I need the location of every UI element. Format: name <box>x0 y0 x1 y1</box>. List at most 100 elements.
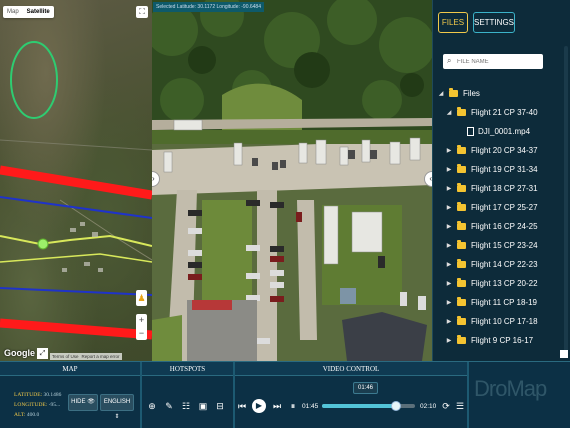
file-search: ⌕ <box>443 54 543 69</box>
search-icon: ⌕ <box>447 56 452 65</box>
pegman-icon[interactable]: ♟ <box>136 290 147 306</box>
caret-right-icon: ▶ <box>446 224 452 230</box>
folder-icon <box>457 183 466 192</box>
hide-button[interactable]: HIDE 👁 <box>68 394 98 411</box>
caret-right-icon: ▶ <box>446 300 452 306</box>
selected-coordinates: Selected Latitude: 30.1172 Longitude: -9… <box>153 2 264 12</box>
tree-item-flight-16[interactable]: ▶ Flight 16 CP 24-25 <box>433 217 570 236</box>
video-file-icon <box>467 127 474 136</box>
edit-icon[interactable]: ✎ <box>163 400 175 412</box>
caret-down-icon: ◢ <box>438 91 444 97</box>
app-root: Map Satellite ⛶ ♟ + − Google ⤢ Terms of … <box>0 0 570 428</box>
tree-item-label: Flight 20 CP 34-37 <box>471 146 538 155</box>
map-type-tabs: Map Satellite <box>3 6 54 18</box>
zoom-in-button[interactable]: + <box>136 314 147 327</box>
tree-root-label: Files <box>463 89 480 98</box>
language-select[interactable]: ENGLISH ⇕ <box>100 394 134 420</box>
video-section-title: VIDEO CONTROL <box>235 362 467 376</box>
boundary-line-blue <box>0 196 152 219</box>
zoom-out-button[interactable]: − <box>136 327 147 340</box>
tree-item-flight-11[interactable]: ▶ Flight 11 CP 18-19 <box>433 293 570 312</box>
files-tab[interactable]: FILES <box>438 12 468 33</box>
settings-tab[interactable]: SETTINGS <box>473 12 515 33</box>
report-error-link[interactable]: Report a map error <box>82 354 120 359</box>
control-bar: MAP LATITUDE: 30.1486 LONGITUDE: -95... … <box>0 361 570 428</box>
caret-right-icon: ▶ <box>446 281 452 287</box>
caret-right-icon: ▶ <box>446 148 452 154</box>
play-icon[interactable]: ▶ <box>252 399 266 413</box>
altitude-readout: ALT: 400.0 <box>14 412 40 418</box>
map-pane[interactable]: Map Satellite ⛶ ♟ + − Google ⤢ Terms of … <box>0 0 152 361</box>
tree-item-label: Flight 15 CP 23-24 <box>471 241 538 250</box>
caret-right-icon: ▶ <box>446 338 452 344</box>
pause-icon[interactable]: ⏸ <box>287 400 299 412</box>
tree-item-flight-10[interactable]: ▶ Flight 10 CP 17-18 <box>433 312 570 331</box>
tree-item-flight-21[interactable]: ◢ Flight 21 CP 37-40 <box>433 103 570 122</box>
scrubber-knob[interactable] <box>391 401 402 411</box>
folder-icon <box>457 297 466 306</box>
video-pane[interactable]: Selected Latitude: 30.1172 Longitude: -9… <box>152 0 432 361</box>
list-icon[interactable]: ☰ <box>454 400 466 412</box>
file-scrollbar[interactable] <box>564 46 568 354</box>
tree-item-label: Flight 19 CP 31-34 <box>471 165 538 174</box>
tree-item-flight-13[interactable]: ▶ Flight 13 CP 20-22 <box>433 274 570 293</box>
tree-item-flight-17[interactable]: ▶ Flight 17 CP 25-27 <box>433 198 570 217</box>
tree-item-label: Flight 16 CP 24-25 <box>471 222 538 231</box>
skip-back-icon[interactable]: ⏮ <box>236 400 248 412</box>
folder-icon <box>457 259 466 268</box>
folder-icon <box>457 107 466 116</box>
caret-right-icon: ▶ <box>446 319 452 325</box>
tree-item-flight-18[interactable]: ▶ Flight 18 CP 27-31 <box>433 179 570 198</box>
replay-icon[interactable]: ⟳ <box>440 400 452 412</box>
add-hotspot-icon[interactable]: ⊕ <box>146 400 158 412</box>
caret-right-icon: ▶ <box>446 243 452 249</box>
eye-icon: 👁 <box>87 399 95 405</box>
google-logo: Google <box>4 348 35 358</box>
folder-icon <box>457 202 466 211</box>
video-scrubber[interactable] <box>322 401 415 411</box>
skip-forward-icon[interactable]: ⏭ <box>271 400 283 412</box>
tree-item-flight-19[interactable]: ▶ Flight 19 CP 31-34 <box>433 160 570 179</box>
delete-icon[interactable]: ⊟ <box>214 400 226 412</box>
scrubber-progress <box>322 404 397 408</box>
save-icon[interactable]: ▣ <box>197 400 209 412</box>
tree-item-label: Flight 14 CP 22-23 <box>471 260 538 269</box>
expand-icon[interactable]: ⤢ <box>37 348 48 359</box>
clipboard-icon[interactable]: ☷ <box>180 400 192 412</box>
map-overlay <box>0 41 152 340</box>
flight-path-red <box>0 165 152 200</box>
brand-logo: DroMap <box>474 376 547 401</box>
folder-icon <box>457 335 466 344</box>
tree-item-label: DJI_0001.mp4 <box>478 127 531 136</box>
chevron-updown-icon: ⇕ <box>114 414 120 420</box>
terms-link[interactable]: Terms of Use <box>52 354 79 359</box>
time-tooltip: 01:46 <box>353 382 379 394</box>
scrollbar-thumb[interactable] <box>560 350 568 358</box>
tree-item-label: Flight 9 CP 16-17 <box>471 336 534 345</box>
folder-icon <box>457 316 466 325</box>
tree-item-label: Flight 17 CP 25-27 <box>471 203 538 212</box>
folder-icon <box>457 145 466 154</box>
folder-icon <box>457 240 466 249</box>
folder-icon <box>449 88 458 97</box>
tree-item-label: Flight 13 CP 20-22 <box>471 279 538 288</box>
tree-item-flight-20[interactable]: ▶ Flight 20 CP 34-37 <box>433 141 570 160</box>
file-panel: FILES SETTINGS ⌕ ◢ Files ◢ Flight 21 CP … <box>432 0 570 361</box>
tree-item-label: Flight 21 CP 37-40 <box>471 108 538 117</box>
tab-map[interactable]: Map <box>3 6 23 18</box>
tree-item-video-file[interactable]: DJI_0001.mp4 <box>433 122 570 141</box>
tree-item-flight-14[interactable]: ▶ Flight 14 CP 22-23 <box>433 255 570 274</box>
file-name-input[interactable] <box>457 54 541 69</box>
caret-down-icon: ◢ <box>446 110 452 116</box>
caret-right-icon: ▶ <box>446 262 452 268</box>
fullscreen-icon[interactable]: ⛶ <box>136 6 148 18</box>
tab-satellite[interactable]: Satellite <box>23 6 54 18</box>
tree-item-flight-15[interactable]: ▶ Flight 15 CP 23-24 <box>433 236 570 255</box>
tree-item-label: Flight 18 CP 27-31 <box>471 184 538 193</box>
tree-item-flight-9[interactable]: ▶ Flight 9 CP 16-17 <box>433 331 570 350</box>
caret-right-icon: ▶ <box>446 205 452 211</box>
zoom-control: + − <box>136 314 147 340</box>
latitude-readout: LATITUDE: 30.1486 <box>14 392 62 398</box>
longitude-readout: LONGITUDE: -95... <box>14 402 61 408</box>
tree-root[interactable]: ◢ Files <box>433 84 570 103</box>
